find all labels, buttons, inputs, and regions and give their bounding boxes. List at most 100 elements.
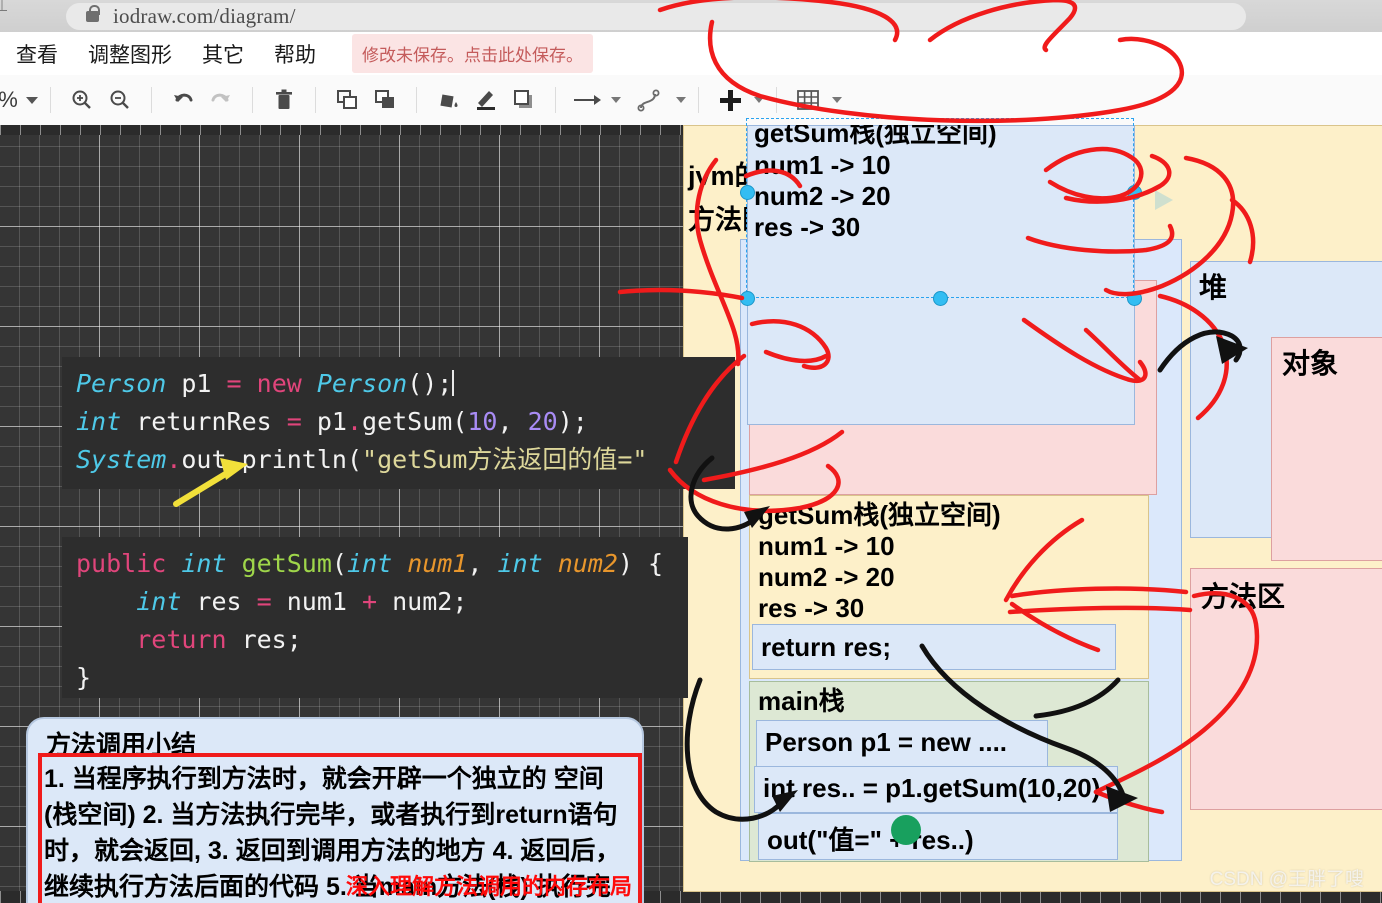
getsum-stack-frame[interactable]: getSum栈(独立空间) num1 -> 10 num2 -> 20 res … [749, 495, 1149, 679]
code-token: p1 [301, 407, 347, 436]
main-stack-frame[interactable]: main栈 Person p1 = new .... int res.. = p… [749, 681, 1149, 862]
code-token: Person [316, 369, 408, 398]
main-frame-title: main栈 [758, 686, 845, 716]
selection-handle-left[interactable] [740, 185, 755, 200]
method-area-label: 方法区 [1201, 581, 1286, 612]
chevron-down-icon[interactable] [610, 97, 621, 103]
code-token: = [286, 407, 302, 436]
toolbar-divider [415, 87, 417, 113]
code-token: = [226, 369, 242, 398]
toolbar-divider [314, 87, 316, 113]
heap-object-box[interactable]: 对象 [1271, 337, 1382, 561]
heap-object-label: 对象 [1282, 348, 1339, 379]
arrow-style-icon[interactable] [568, 81, 606, 119]
zoom-level-value: 0% [0, 87, 18, 112]
zoom-level-select[interactable]: 0% [0, 87, 38, 113]
toolbar-divider [251, 87, 253, 113]
selection-handle-right[interactable] [1127, 185, 1142, 200]
lock-icon [86, 5, 100, 22]
summary-panel[interactable]: 方法调用小结 1. 当程序执行到方法时，就会开辟一个独立的 空间(栈空间) 2.… [26, 717, 644, 903]
unsaved-notice-button[interactable]: 修改未保存。点击此处保存。 [352, 34, 593, 73]
chevron-down-icon[interactable] [753, 97, 764, 103]
code-token: System [76, 445, 167, 474]
menu-item-adjust-shape[interactable]: 调整图形 [80, 37, 180, 71]
menu-bar: 查看 调整图形 其它 帮助 修改未保存。点击此处保存。 [0, 32, 1382, 75]
code-token: num1 [271, 587, 363, 616]
code-token: getSum( [362, 407, 468, 436]
selection-handle-bottom-left[interactable] [740, 291, 755, 306]
redo-icon[interactable] [202, 81, 240, 119]
shadow-icon[interactable] [505, 81, 543, 119]
code-token: , [467, 549, 498, 578]
table-icon[interactable] [789, 81, 827, 119]
menu-item-view[interactable]: 查看 [8, 37, 66, 71]
code-token: (); [407, 369, 453, 398]
menu-item-other[interactable]: 其它 [194, 37, 252, 71]
code-line: int res = num1 + num2; [76, 583, 674, 621]
code-token: . [166, 445, 182, 474]
code-line: } [76, 659, 674, 697]
insert-icon[interactable] [711, 81, 749, 119]
app-window: ⌶ iodraw.com/diagram/ 查看 调整图形 其它 帮助 修改未保… [0, 0, 1382, 903]
code-token: ( [331, 549, 347, 578]
method-area-box[interactable]: 方法区 [1190, 568, 1382, 810]
fill-color-icon[interactable] [429, 81, 467, 119]
code-token: p1 [166, 369, 227, 398]
code-token: out [181, 445, 227, 474]
toolbar-divider [150, 87, 152, 113]
main-statement-row-2[interactable]: int res.. = p1.getSum(10,20) [754, 766, 1118, 813]
code-token: returnRes [121, 407, 287, 436]
chevron-down-icon[interactable] [675, 97, 686, 103]
chevron-down-icon[interactable] [831, 97, 842, 103]
browser-address-bar: ⌶ iodraw.com/diagram/ [0, 0, 1382, 32]
send-to-back-icon[interactable] [366, 81, 404, 119]
code-token: res; [226, 625, 302, 654]
return-statement-text: return res; [761, 632, 892, 662]
code-block-method[interactable]: public int getSum(int num1, int num2) { … [62, 537, 688, 698]
code-token: 10 [467, 407, 498, 436]
code-token: new [256, 369, 302, 398]
main-statement-row-1[interactable]: Person p1 = new .... [756, 720, 1048, 767]
zoom-in-icon[interactable] [63, 81, 101, 119]
url-pill[interactable]: iodraw.com/diagram/ [66, 3, 1246, 30]
url-text: iodraw.com/diagram/ [113, 4, 296, 28]
code-token: num2; [377, 587, 468, 616]
endpoint-handle-green[interactable] [891, 815, 921, 845]
toolbar-divider [775, 87, 777, 113]
tab-icon[interactable]: ⌶ [0, 0, 22, 24]
chevron-down-icon [25, 96, 38, 104]
selection-handle-bottom-center[interactable] [933, 291, 948, 306]
selection-handle-bottom-right[interactable] [1127, 291, 1142, 306]
bring-to-front-icon[interactable] [328, 81, 366, 119]
code-token: } [76, 663, 92, 692]
toolbar-divider [49, 87, 51, 113]
main-statement-row-3[interactable]: out("值=" + res..) [758, 813, 1118, 860]
code-block-caller[interactable]: Person p1 = new Person(); int returnRes =… [62, 357, 735, 489]
delete-icon[interactable] [265, 81, 303, 119]
line-color-icon[interactable] [467, 81, 505, 119]
code-token: . [226, 445, 242, 474]
code-token: int [136, 587, 182, 616]
menu-item-help[interactable]: 帮助 [266, 37, 324, 71]
undo-icon[interactable] [164, 81, 202, 119]
zoom-out-icon[interactable] [101, 81, 139, 119]
code-token: . [346, 407, 363, 436]
code-token: 20 [527, 407, 558, 436]
getsum-frame-rows: num1 -> 10 num2 -> 20 res -> 30 [758, 531, 895, 623]
code-line: int returnRes = p1.getSum(10, 20); [76, 403, 721, 441]
summary-red-annotation: 深入理解方法调用的内存布局 [346, 874, 633, 899]
code-token: ) { [617, 549, 664, 578]
getsum-frame-title: getSum栈(独立空间) [758, 500, 1001, 530]
heap-box[interactable]: 堆 对象 [1190, 261, 1382, 561]
code-token: num2 [557, 549, 618, 578]
code-token: , [497, 407, 528, 436]
return-statement-row[interactable]: return res; [752, 624, 1116, 670]
code-token: Person [76, 369, 167, 398]
waypoint-style-icon[interactable] [633, 81, 671, 119]
code-token: int [181, 549, 227, 578]
code-token: public [76, 549, 167, 578]
diagram-canvas[interactable]: jvm的 方法区 栈 num2 -> 20 res -> 30 getSum栈(… [0, 125, 1382, 903]
